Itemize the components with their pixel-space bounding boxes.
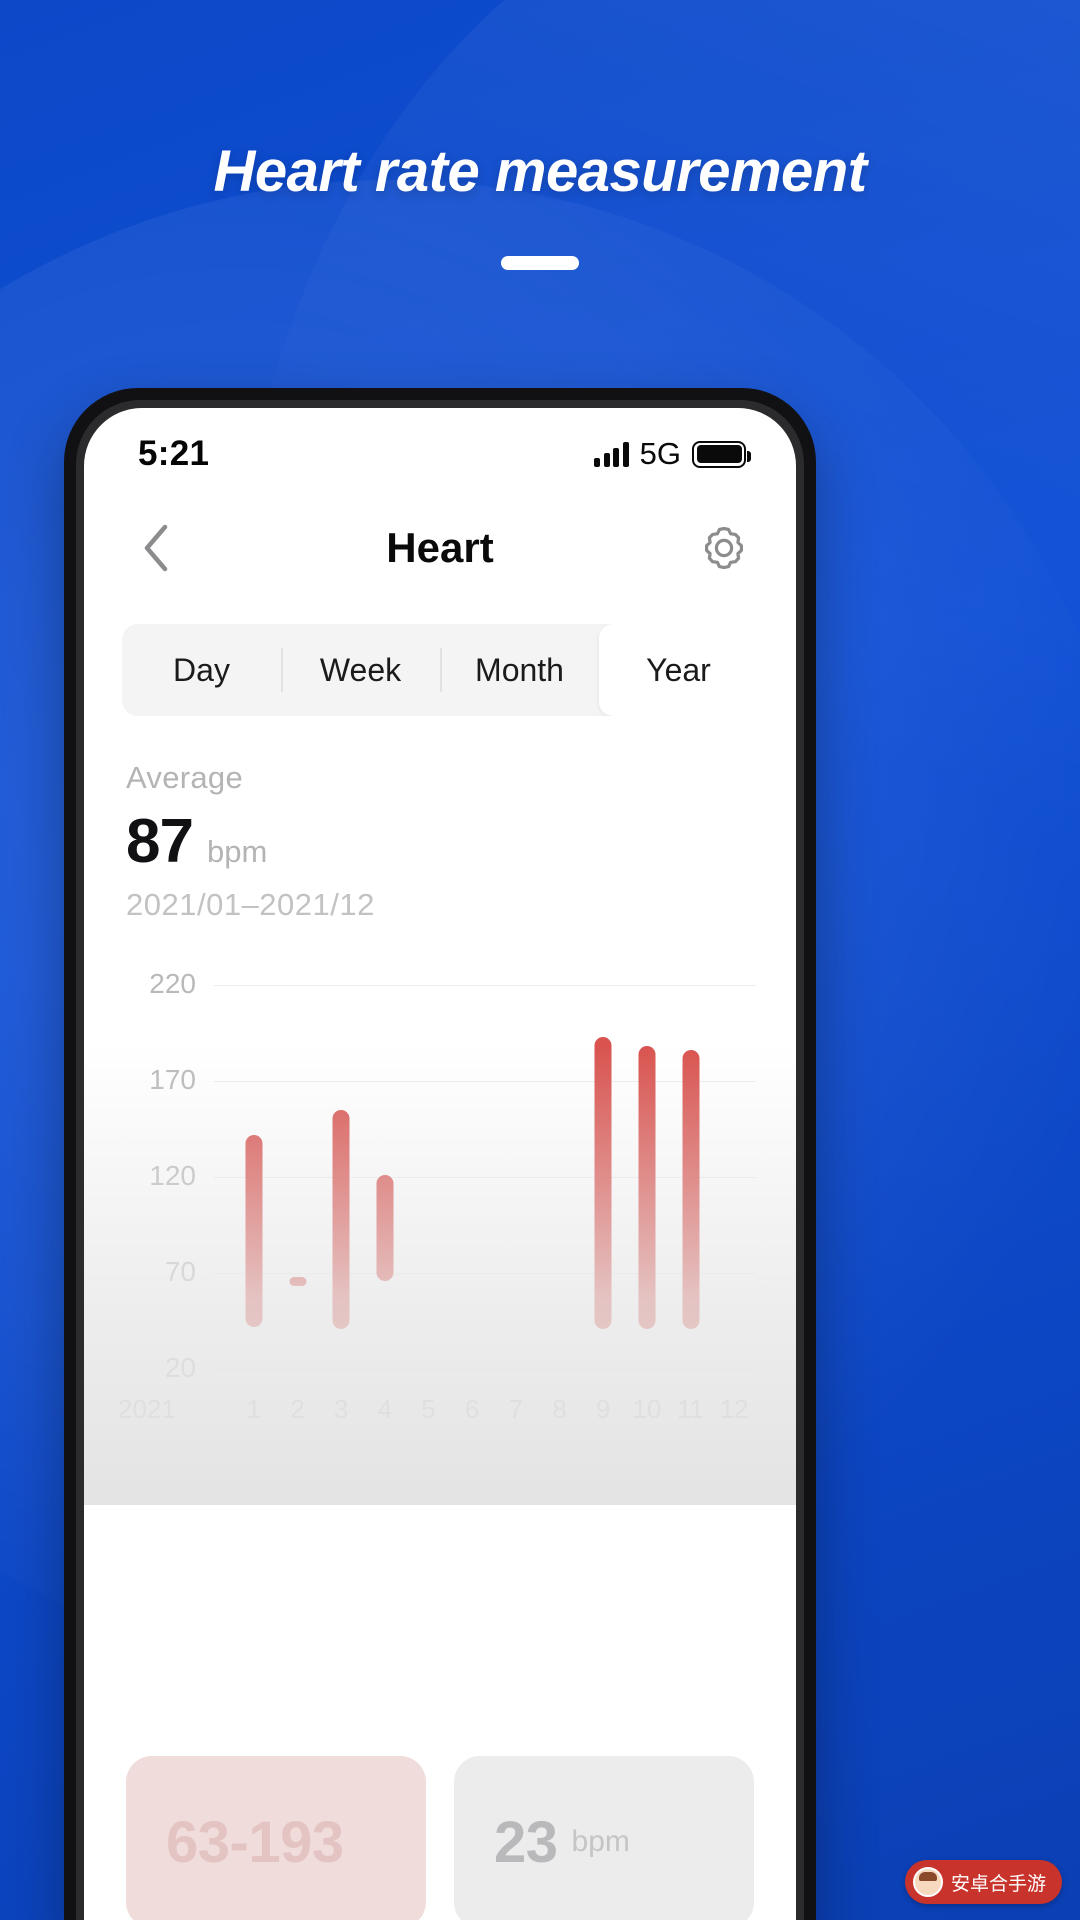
chart-x-tick-label: 10	[632, 1394, 662, 1424]
chevron-left-icon	[144, 524, 168, 572]
tab-month[interactable]: Month	[440, 624, 599, 716]
resting-card-value: 23	[494, 1809, 558, 1875]
chart-x-tick-label: 3	[333, 1394, 349, 1424]
nav-bar: Heart	[84, 500, 796, 596]
tab-week[interactable]: Week	[281, 624, 440, 716]
network-type-label: 5G	[639, 436, 681, 471]
chart-x-tick-label: 4	[377, 1394, 393, 1424]
chart-plot-area	[232, 985, 756, 1369]
average-label: Average	[126, 760, 244, 795]
phone-mockup: 5:21 5G Heart Day Week Month Year Averag…	[64, 388, 816, 1920]
average-value: 87	[126, 807, 194, 876]
resting-card[interactable]: 23 bpm	[454, 1756, 754, 1920]
signal-bars-icon	[594, 441, 629, 467]
average-value-row: 87 bpm	[126, 806, 754, 877]
app-face-icon	[912, 1867, 943, 1897]
chart-x-tick-label: 12	[719, 1394, 749, 1424]
phone-screen: 5:21 5G Heart Day Week Month Year Averag…	[84, 408, 796, 1920]
chart-bar-column	[321, 985, 361, 1369]
stat-cards: 63-193 23 bpm	[84, 1756, 796, 1920]
site-watermark: 安卓合手游	[904, 1860, 1062, 1904]
status-bar: 5:21 5G	[84, 408, 796, 500]
chart-y-tick-label: 120	[149, 1160, 196, 1191]
chart-x-tick-label: 8	[552, 1394, 567, 1424]
battery-full-icon	[692, 440, 751, 468]
chart-bar	[245, 1134, 263, 1327]
chart-x-tick-label: 9	[595, 1394, 611, 1424]
chart-bar-column	[583, 985, 623, 1369]
chart-bar-column	[365, 985, 405, 1369]
back-button[interactable]	[128, 520, 184, 576]
chart-bar-column	[278, 985, 318, 1369]
heart-rate-chart[interactable]: 220 170 120 70 20 1 2 3 4 5 6 7 8 9 10 11 12 2021	[84, 968, 796, 1505]
chart-bar	[638, 1046, 656, 1329]
chart-x-tick-label: 5	[421, 1394, 436, 1424]
chart-bar-column	[671, 985, 711, 1369]
watermark-text: 安卓合手游	[950, 1873, 1046, 1895]
chart-y-tick-label: 70	[164, 1256, 196, 1287]
promo-title: Heart rate measurement	[213, 139, 867, 204]
chart-bar-column	[234, 985, 274, 1369]
range-card-value: 63-193	[166, 1809, 344, 1875]
average-summary: Average 87 bpm 2021/01–2021/12	[84, 716, 796, 923]
period-tabs[interactable]: Day Week Month Year	[122, 624, 758, 716]
phone-bezel: 5:21 5G Heart Day Week Month Year Averag…	[76, 400, 804, 1920]
status-indicators: 5G	[594, 436, 751, 472]
date-range-label: 2021/01–2021/12	[126, 887, 375, 922]
chart-x-tick-label: 1	[246, 1394, 262, 1424]
chart-bar-column	[627, 985, 667, 1369]
chart-bar	[289, 1276, 306, 1287]
chart-x-tick-label: 2	[290, 1394, 305, 1424]
tab-year[interactable]: Year	[599, 624, 758, 716]
gear-icon	[705, 526, 743, 570]
resting-card-unit: bpm	[571, 1825, 630, 1858]
chart-x-tick-label: 7	[508, 1394, 524, 1424]
chart-x-axis: 1 2 3 4 5 6 7 8 9 10 11 12 2021	[84, 1373, 756, 1425]
chart-bar	[376, 1175, 394, 1281]
status-time: 5:21	[138, 434, 210, 473]
average-unit: bpm	[206, 834, 268, 869]
page-title: Heart	[386, 524, 494, 571]
chart-x-tick-label: 11	[677, 1394, 704, 1424]
chart-x-tick-label: 6	[464, 1394, 480, 1424]
chart-year-label: 2021	[118, 1394, 176, 1424]
chart-bar	[332, 1109, 350, 1329]
range-card[interactable]: 63-193	[126, 1756, 426, 1920]
chart-bar	[594, 1036, 612, 1329]
tab-day[interactable]: Day	[122, 624, 281, 716]
settings-button[interactable]	[696, 520, 752, 576]
chart-y-tick-label: 220	[149, 968, 196, 999]
chart-y-tick-label: 170	[149, 1064, 196, 1095]
chart-bar	[682, 1050, 699, 1329]
promo-divider	[501, 256, 579, 270]
